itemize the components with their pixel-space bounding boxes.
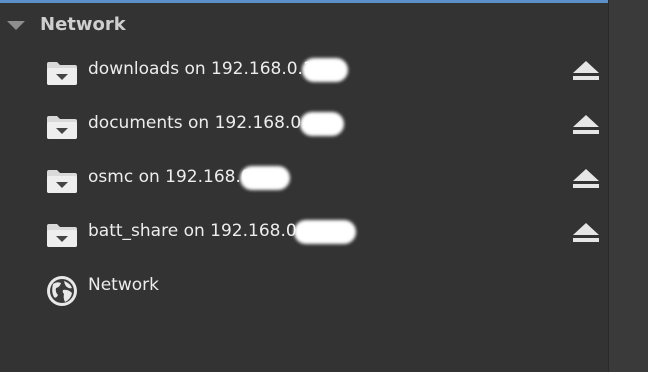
redaction-blur	[302, 58, 348, 82]
share-label: osmc on 192.168.0.	[88, 167, 258, 187]
redaction-blur	[240, 166, 290, 190]
eject-icon[interactable]	[570, 164, 602, 192]
network-section-header[interactable]: Network	[0, 8, 608, 42]
globe-icon	[47, 276, 77, 306]
folder-icon	[47, 170, 77, 193]
network-browse-item[interactable]: Network	[0, 270, 608, 324]
share-label: documents on 192.168.0.1	[88, 113, 318, 133]
sidebar-panel: Network downloads on 192.168.0.1 documen…	[0, 0, 608, 372]
network-share-item[interactable]: documents on 192.168.0.1	[0, 108, 608, 162]
network-share-item[interactable]: osmc on 192.168.0.	[0, 162, 608, 216]
network-label: Network	[88, 275, 159, 295]
eject-icon[interactable]	[570, 56, 602, 84]
expander-triangle-icon[interactable]	[7, 21, 25, 30]
eject-icon[interactable]	[570, 110, 602, 138]
selection-accent-bar	[0, 0, 608, 3]
network-share-item[interactable]: downloads on 192.168.0.1	[0, 54, 608, 108]
section-title: Network	[40, 14, 126, 35]
eject-icon[interactable]	[570, 218, 602, 246]
share-label: downloads on 192.168.0.1	[88, 59, 314, 79]
folder-icon	[47, 116, 77, 139]
redaction-blur	[294, 220, 356, 244]
folder-icon	[47, 62, 77, 85]
share-label: batt_share on 192.168.0.	[88, 221, 303, 241]
right-pane-edge	[608, 0, 648, 372]
network-share-item[interactable]: batt_share on 192.168.0.	[0, 216, 608, 270]
redaction-blur	[300, 112, 344, 136]
folder-icon	[47, 224, 77, 247]
